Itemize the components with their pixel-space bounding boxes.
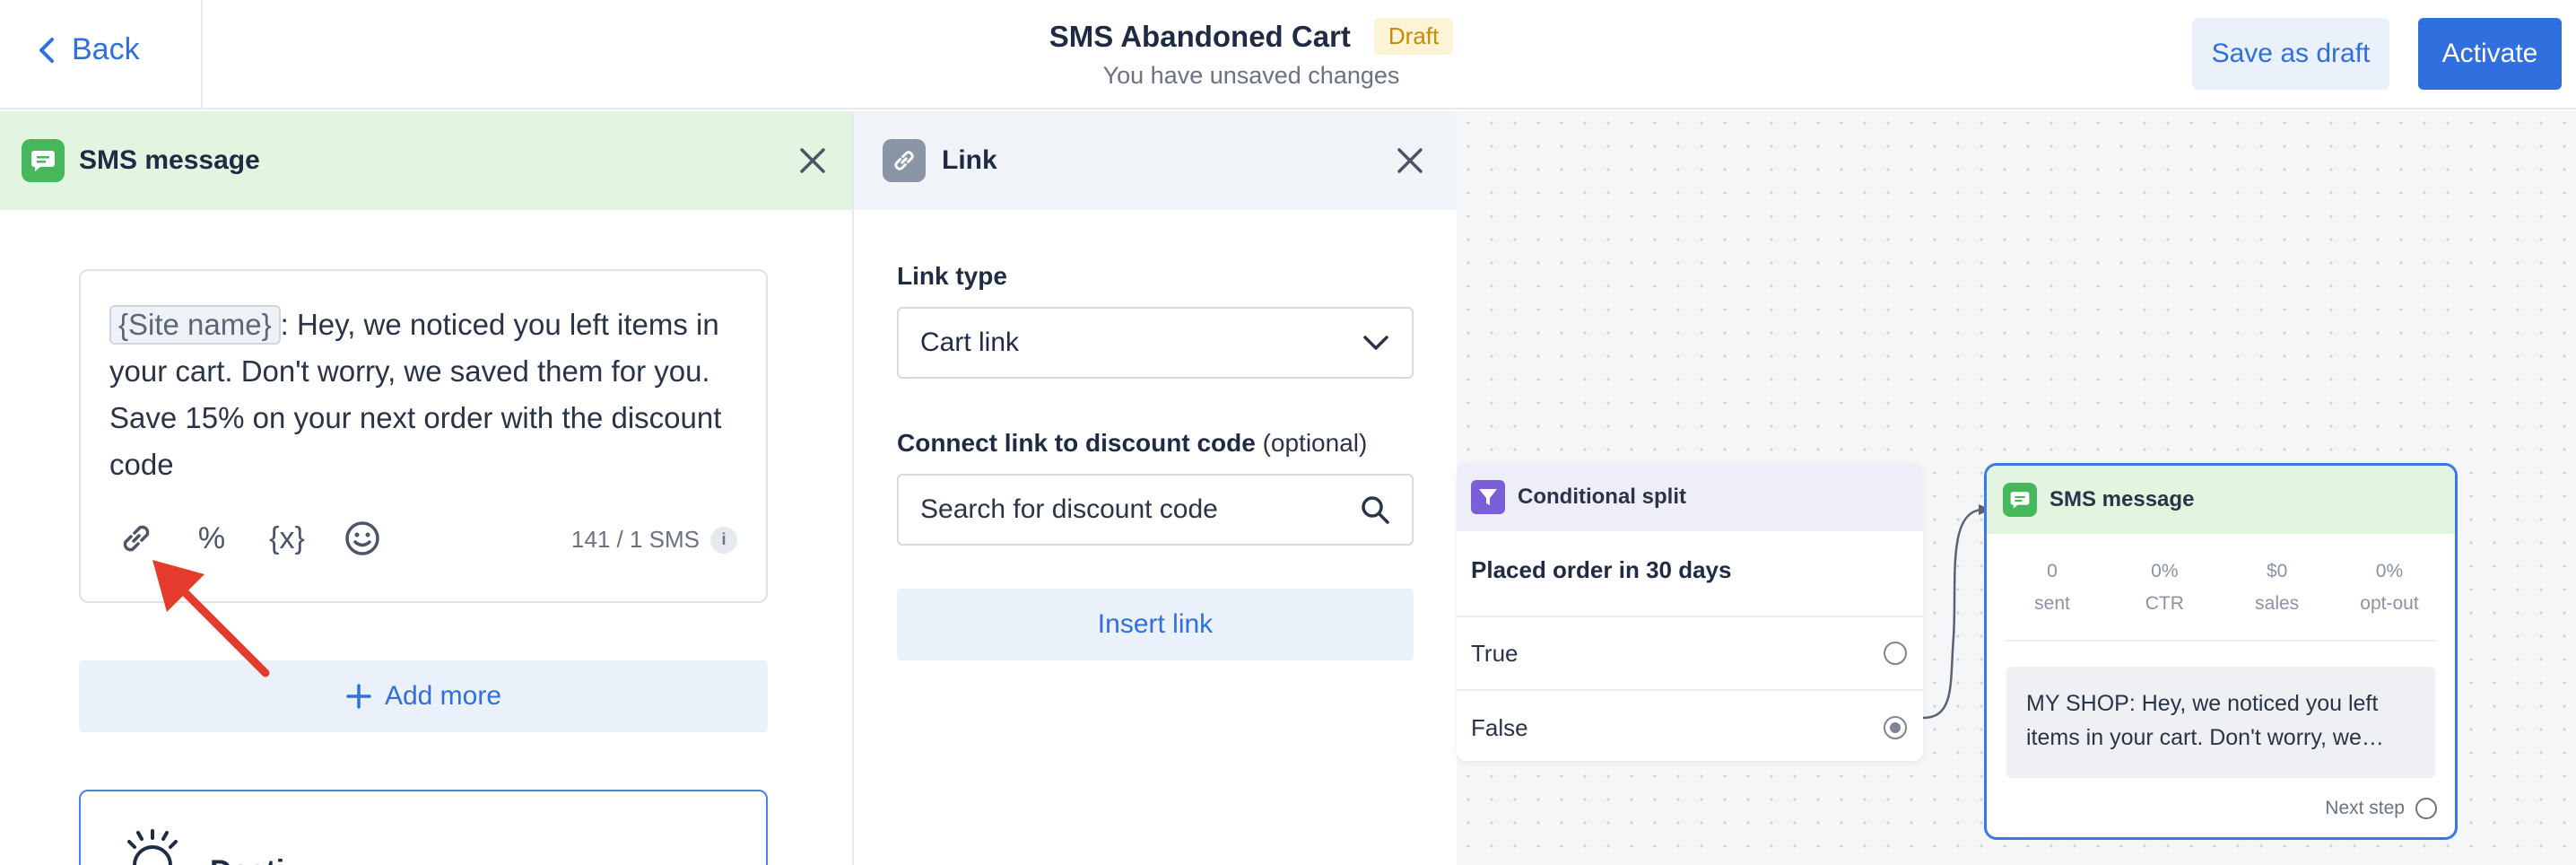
sms-icon xyxy=(22,139,65,182)
sms-count: 141 / 1 SMS i xyxy=(571,526,737,554)
page-title: SMS Abandoned Cart xyxy=(1049,19,1351,53)
link-type-label: Link type xyxy=(897,262,1007,290)
discount-label: Connect link to discount code (optional) xyxy=(897,429,1367,458)
activate-button[interactable]: Activate xyxy=(2418,18,2562,90)
message-text[interactable]: {Site name}: Hey, we noticed you left it… xyxy=(109,301,735,488)
status-badge: Draft xyxy=(1373,18,1454,55)
split-header: Conditional split xyxy=(1457,463,1923,531)
stat-value: $0 xyxy=(2266,561,2288,581)
sms-preview: MY SHOP: Hey, we noticed you left items … xyxy=(2006,667,2435,778)
conditional-split-node[interactable]: Conditional split Placed order in 30 day… xyxy=(1457,463,1923,761)
site-name-tag[interactable]: {Site name} xyxy=(109,305,281,345)
stat-value: 0 xyxy=(2047,561,2058,581)
close-icon[interactable] xyxy=(795,143,831,179)
link-icon xyxy=(883,139,926,182)
stat-ctr: 0% CTR xyxy=(2124,561,2205,640)
stat-value: 0% xyxy=(2375,561,2404,581)
sms-panel-title: SMS message xyxy=(79,145,260,175)
split-title: Conditional split xyxy=(1518,485,1686,509)
header-divider xyxy=(201,0,203,109)
funnel-icon xyxy=(1471,480,1505,514)
radio-false[interactable] xyxy=(1884,716,1907,739)
split-condition: Placed order in 30 days xyxy=(1457,531,1923,617)
split-option-true[interactable]: True xyxy=(1457,617,1923,691)
save-as-draft-button[interactable]: Save as draft xyxy=(2192,18,2389,90)
sms-message-node[interactable]: SMS message 0 sent 0% CTR $0 sales 0% op… xyxy=(1984,463,2458,840)
optional-text: (optional) xyxy=(1262,429,1368,457)
sms-editor-panel: SMS message {Site name}: Hey, we noticed… xyxy=(0,111,854,865)
annotation-arrow xyxy=(152,560,270,677)
next-card-title: Desti... xyxy=(210,854,309,865)
link-type-value: Cart link xyxy=(920,328,1020,357)
next-step-label: Next step xyxy=(2325,798,2405,818)
stat-value: 0% xyxy=(2151,561,2179,581)
stat-opt-out: 0% opt-out xyxy=(2349,561,2430,640)
stat-sent: 0 sent xyxy=(2012,561,2093,640)
link-type-select[interactable]: Cart link xyxy=(897,307,1414,379)
stat-label: opt-out xyxy=(2360,593,2419,614)
next-card[interactable]: Desti... xyxy=(79,790,768,865)
divider xyxy=(2005,640,2437,642)
unsaved-changes-text: You have unsaved changes xyxy=(1102,62,1400,89)
sms-node-title: SMS message xyxy=(2049,487,2195,511)
emoji-icon[interactable] xyxy=(343,519,382,558)
discount-search[interactable] xyxy=(897,474,1414,546)
split-option-label: False xyxy=(1471,713,1528,741)
split-option-label: True xyxy=(1471,639,1519,667)
plus-icon xyxy=(346,684,371,709)
link-panel-title: Link xyxy=(942,145,997,175)
discount-search-input[interactable] xyxy=(920,494,1360,525)
sms-panel-header: SMS message xyxy=(0,111,852,210)
sms-node-stats: 0 sent 0% CTR $0 sales 0% opt-out xyxy=(1987,534,2455,640)
split-option-false[interactable]: False xyxy=(1457,691,1923,761)
next-step-connector[interactable] xyxy=(2415,798,2437,819)
insert-link-button[interactable]: Insert link xyxy=(897,589,1414,660)
link-panel-header: Link xyxy=(854,111,1457,210)
chevron-down-icon xyxy=(1363,336,1388,350)
back-label: Back xyxy=(72,32,140,66)
sms-node-header: SMS message xyxy=(1987,466,2455,534)
search-icon[interactable] xyxy=(1360,494,1390,525)
stat-label: sent xyxy=(2034,593,2070,614)
sms-count-text: 141 / 1 SMS xyxy=(570,526,700,553)
sms-icon xyxy=(2003,483,2037,517)
stat-label: CTR xyxy=(2145,593,2184,614)
discount-label-text: Connect link to discount code xyxy=(897,429,1256,457)
stat-label: sales xyxy=(2255,593,2300,614)
radio-true[interactable] xyxy=(1884,642,1907,665)
link-panel: Link Link type Cart link Connect link to… xyxy=(854,111,1457,865)
info-icon[interactable]: i xyxy=(710,526,737,554)
chevron-left-icon xyxy=(39,37,54,63)
sun-icon xyxy=(117,824,188,865)
stat-sales: $0 sales xyxy=(2237,561,2318,640)
add-more-label: Add more xyxy=(384,681,502,711)
back-button[interactable]: Back xyxy=(36,32,140,67)
close-icon[interactable] xyxy=(1392,143,1428,179)
page-title-block: SMS Abandoned Cart Draft You have unsave… xyxy=(987,18,1516,90)
top-bar: Back SMS Abandoned Cart Draft You have u… xyxy=(0,0,2576,109)
next-step[interactable]: Next step xyxy=(2325,798,2437,819)
